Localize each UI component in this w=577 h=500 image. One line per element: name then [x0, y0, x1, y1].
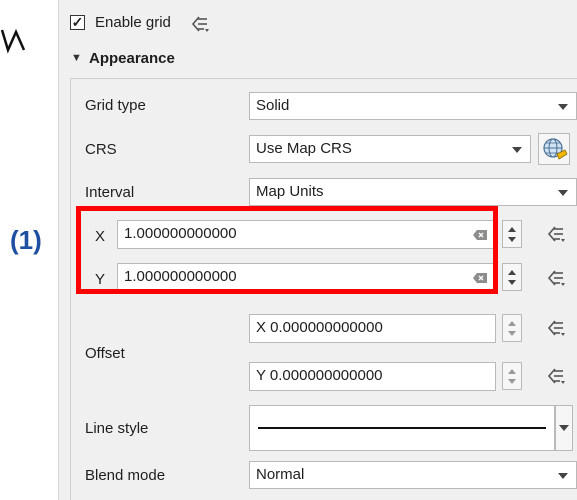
- globe-crs-icon: [543, 138, 568, 160]
- chevron-down-icon: [512, 147, 522, 153]
- data-defined-override-icon[interactable]: [546, 268, 566, 288]
- offset-x-spinner[interactable]: [502, 314, 522, 342]
- offset-y-input[interactable]: Y 0.000000000000: [249, 362, 496, 391]
- interval-x-spinner[interactable]: [502, 220, 522, 248]
- spin-down-icon[interactable]: [508, 379, 516, 384]
- spin-up-icon[interactable]: [508, 227, 516, 232]
- chevron-down-icon: [559, 425, 569, 431]
- offset-x-input[interactable]: X 0.000000000000: [249, 314, 496, 343]
- crs-value: Use Map CRS: [256, 140, 352, 157]
- crs-label: CRS: [85, 141, 117, 158]
- spin-down-icon[interactable]: [508, 331, 516, 336]
- chevron-down-icon: [558, 190, 568, 196]
- blend-mode-combo[interactable]: Normal: [249, 461, 577, 489]
- line-style-label: Line style: [85, 420, 149, 437]
- highlight-box: [76, 206, 498, 294]
- chevron-down-icon: [558, 104, 568, 110]
- data-defined-override-icon[interactable]: [546, 366, 566, 386]
- data-defined-override-icon[interactable]: [546, 224, 566, 244]
- line-style-button[interactable]: [249, 405, 555, 451]
- spin-down-icon[interactable]: [508, 237, 516, 242]
- enable-grid-label: Enable grid: [95, 14, 171, 31]
- spin-down-icon[interactable]: [508, 280, 516, 285]
- collapse-arrow-icon[interactable]: ▼: [71, 52, 82, 64]
- crs-combo[interactable]: Use Map CRS: [249, 135, 531, 163]
- spin-up-icon[interactable]: [508, 321, 516, 326]
- map-line-fragment: [0, 28, 26, 54]
- annotation-label: (1): [10, 225, 42, 255]
- data-defined-override-icon[interactable]: [190, 14, 210, 34]
- spin-up-icon[interactable]: [508, 270, 516, 275]
- appearance-section-title[interactable]: Appearance: [89, 50, 175, 67]
- chevron-down-icon: [558, 473, 568, 479]
- spin-up-icon[interactable]: [508, 369, 516, 374]
- interval-label: Interval: [85, 184, 135, 201]
- grid-type-label: Grid type: [85, 97, 146, 114]
- interval-units-combo[interactable]: Map Units: [249, 178, 577, 206]
- interval-y-spinner[interactable]: [502, 263, 522, 291]
- offset-y-spinner[interactable]: [502, 362, 522, 390]
- grid-type-value: Solid: [256, 97, 290, 114]
- blend-mode-value: Normal: [256, 466, 305, 483]
- enable-grid-checkbox[interactable]: ✓: [70, 15, 85, 30]
- offset-y-value: Y 0.000000000000: [256, 367, 383, 384]
- blend-mode-label: Blend mode: [85, 467, 166, 484]
- offset-x-value: X 0.000000000000: [256, 319, 383, 336]
- select-crs-button[interactable]: [538, 133, 570, 165]
- grid-type-combo[interactable]: Solid: [249, 92, 577, 120]
- line-style-menu-button[interactable]: [555, 405, 573, 451]
- offset-label: Offset: [85, 345, 125, 362]
- line-style-preview: [258, 427, 546, 429]
- interval-units-value: Map Units: [256, 183, 324, 200]
- data-defined-override-icon[interactable]: [546, 318, 566, 338]
